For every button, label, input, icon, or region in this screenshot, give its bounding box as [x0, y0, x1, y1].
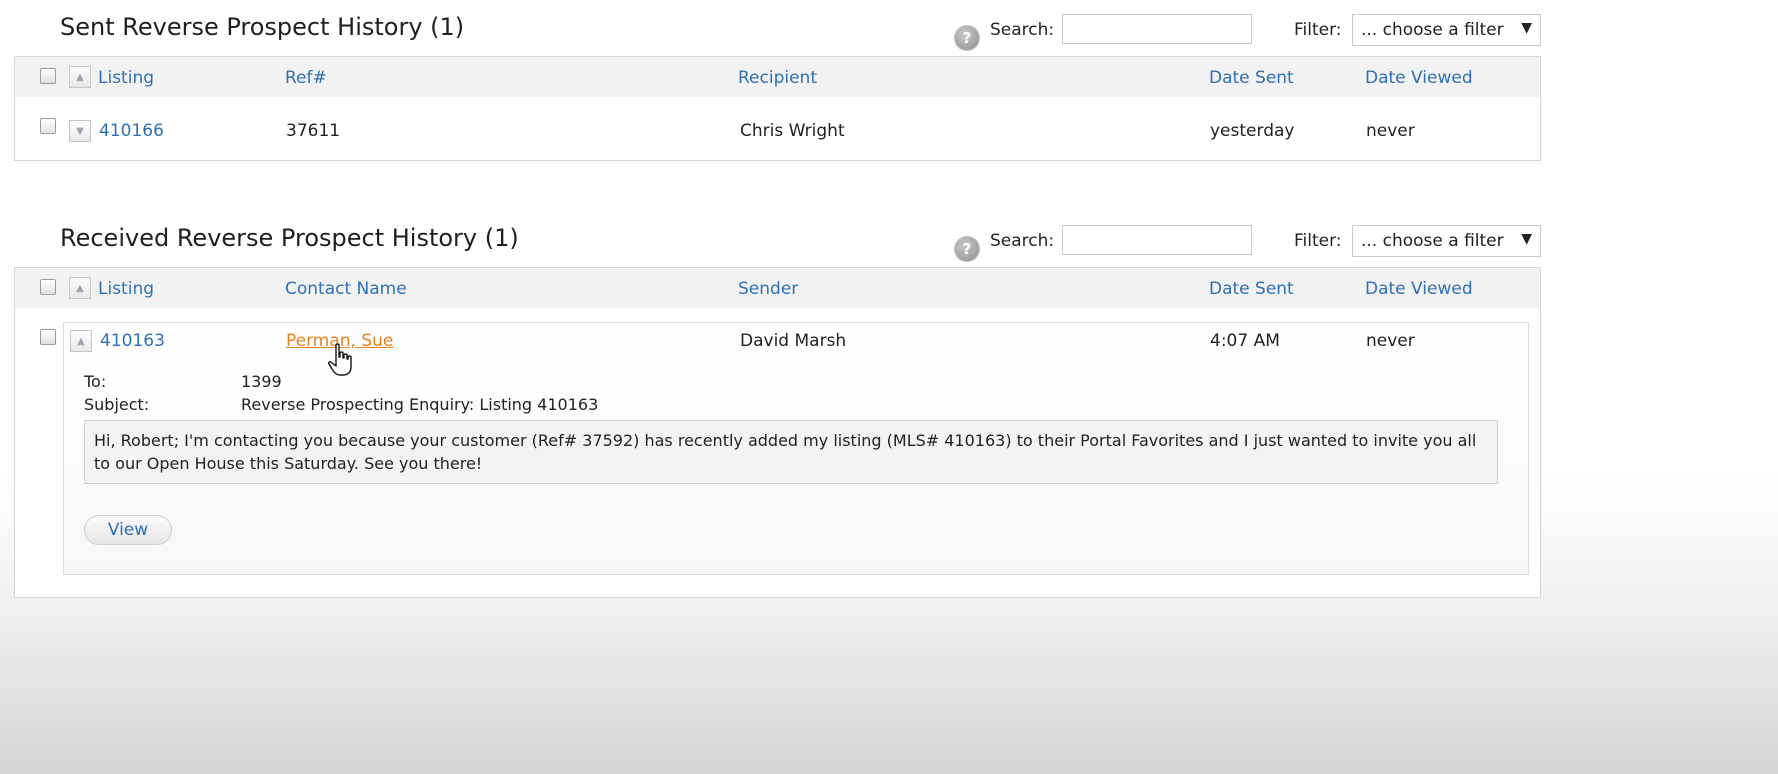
sent-table: ▲ Listing Ref# Recipient Date Sent Date …: [14, 56, 1541, 161]
received-listing-link[interactable]: 410163: [100, 331, 165, 351]
sent-date-sent: yesterday: [1210, 121, 1295, 141]
received-sender: David Marsh: [740, 331, 847, 351]
received-col-sender[interactable]: Sender: [738, 279, 798, 299]
sent-ref: 37611: [286, 121, 341, 141]
sent-col-date-viewed[interactable]: Date Viewed: [1365, 68, 1473, 88]
sent-help-icon[interactable]: ?: [955, 26, 979, 50]
subject-label: Subject:: [84, 395, 150, 414]
received-col-listing[interactable]: Listing: [98, 279, 154, 299]
received-col-date-sent[interactable]: Date Sent: [1209, 279, 1294, 299]
sort-up-icon[interactable]: ▲: [69, 277, 91, 299]
dropdown-arrow-icon: ▼: [1521, 231, 1532, 247]
sent-col-recipient[interactable]: Recipient: [738, 68, 817, 88]
sent-select-all-checkbox[interactable]: [40, 68, 56, 84]
received-date-viewed: never: [1366, 331, 1415, 351]
received-col-date-viewed[interactable]: Date Viewed: [1365, 279, 1473, 299]
to-value: 1399: [241, 372, 282, 391]
sort-up-icon[interactable]: ▲: [69, 66, 91, 88]
message-body: Hi, Robert; I'm contacting you because y…: [84, 420, 1498, 484]
sent-search-input[interactable]: [1062, 14, 1252, 44]
subject-value: Reverse Prospecting Enquiry: Listing 410…: [241, 395, 599, 414]
received-table: ▲ Listing Contact Name Sender Date Sent …: [14, 267, 1541, 598]
sent-filter-value: ... choose a filter: [1361, 20, 1504, 40]
received-filter-select[interactable]: ... choose a filter ▼: [1352, 225, 1541, 257]
sent-table-header: ▲ Listing Ref# Recipient Date Sent Date …: [15, 57, 1540, 97]
hand-cursor-icon: [328, 343, 352, 376]
sent-filter-select[interactable]: ... choose a filter ▼: [1352, 14, 1541, 46]
expand-row-icon[interactable]: ▼: [69, 120, 91, 142]
received-filter-value: ... choose a filter: [1361, 231, 1504, 251]
received-date-sent: 4:07 AM: [1210, 331, 1280, 351]
sent-date-viewed: never: [1366, 121, 1415, 141]
collapse-row-icon[interactable]: ▲: [70, 330, 92, 352]
received-section-title: Received Reverse Prospect History (1): [60, 224, 519, 252]
sent-filter-label: Filter:: [1294, 20, 1342, 40]
sent-col-date-sent[interactable]: Date Sent: [1209, 68, 1294, 88]
sent-listing-link[interactable]: 410166: [99, 121, 164, 141]
sent-section-title: Sent Reverse Prospect History (1): [60, 13, 465, 41]
received-search-input[interactable]: [1062, 225, 1252, 255]
dropdown-arrow-icon: ▼: [1521, 20, 1532, 36]
received-help-icon[interactable]: ?: [955, 237, 979, 261]
row-checkbox[interactable]: [40, 329, 56, 345]
received-filter-label: Filter:: [1294, 231, 1342, 251]
received-search-label: Search:: [990, 231, 1055, 251]
view-button[interactable]: View: [84, 515, 172, 545]
sent-recipient: Chris Wright: [740, 121, 845, 141]
received-table-header: ▲ Listing Contact Name Sender Date Sent …: [15, 268, 1540, 308]
to-label: To:: [84, 372, 107, 391]
expanded-row-details: ▲ 410163 Perman, Sue David Marsh 4:07 AM…: [63, 322, 1529, 575]
sent-search-label: Search:: [990, 20, 1055, 40]
received-col-contact-name[interactable]: Contact Name: [285, 279, 407, 299]
sent-col-ref[interactable]: Ref#: [285, 68, 327, 88]
sent-col-listing[interactable]: Listing: [98, 68, 154, 88]
received-select-all-checkbox[interactable]: [40, 279, 56, 295]
row-checkbox[interactable]: [40, 118, 56, 134]
